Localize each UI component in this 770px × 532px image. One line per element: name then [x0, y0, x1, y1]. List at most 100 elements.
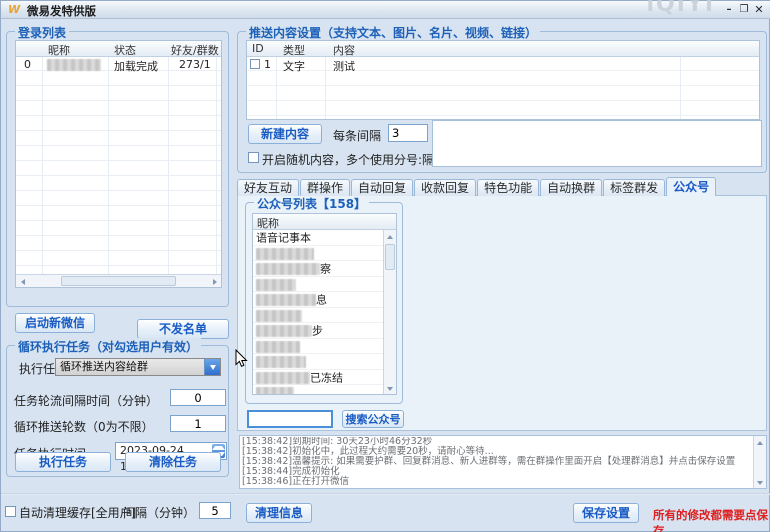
redacted-text [256, 387, 294, 394]
auto-clean-checkbox[interactable] [5, 506, 16, 517]
rounds-input[interactable] [170, 415, 226, 432]
search-account-button[interactable]: 搜索公众号 [342, 410, 404, 428]
login-table[interactable]: 昵称 状态 好友/群数 0 加载完成 273/1 [15, 40, 222, 288]
accounts-list[interactable]: 语音记事本察息步已冻结发布 [253, 230, 383, 394]
account-item[interactable] [253, 246, 383, 262]
close-button[interactable]: ✕ [753, 4, 765, 16]
log-scrollbar[interactable] [753, 436, 766, 488]
loop-task-title: 循环执行任务（对勾选用户有效） [15, 338, 201, 355]
tab-特色功能[interactable]: 特色功能 [477, 179, 539, 196]
col-status: 状态 [114, 42, 136, 58]
login-table-row[interactable]: 0 加载完成 273/1 [16, 57, 221, 72]
push-content-title: 推送内容设置（支持文本、图片、名片、视频、链接） [246, 24, 540, 41]
login-list-group: 登录列表 昵称 状态 好友/群数 0 加载完成 273/1 [6, 31, 229, 307]
push-content-group: 推送内容设置（支持文本、图片、名片、视频、链接） ID 类型 内容 1 文字 测… [237, 31, 767, 173]
tab-公众号[interactable]: 公众号 [666, 177, 716, 196]
random-content-checkbox[interactable] [248, 152, 259, 163]
account-item[interactable] [253, 308, 383, 324]
minimize-button[interactable]: – [723, 4, 735, 16]
save-settings-button[interactable]: 保存设置 [573, 503, 639, 523]
account-item[interactable] [253, 354, 383, 370]
title-bar: iQIYI W 微易发特供版 – ❐ ✕ [1, 1, 770, 19]
redacted-text [256, 325, 312, 337]
window-title: 微易发特供版 [27, 3, 96, 19]
loop-task-group: 循环执行任务（对勾选用户有效） 执行任务 循环推送内容给群 任务轮流间隔时间（分… [6, 345, 229, 477]
tab-自动回复[interactable]: 自动回复 [351, 179, 413, 196]
col-id: ID [252, 42, 264, 55]
login-table-header: 昵称 状态 好友/群数 [16, 41, 221, 57]
scrollbar-thumb[interactable] [385, 244, 395, 270]
account-item[interactable]: 察 [253, 261, 383, 277]
vertical-scrollbar[interactable] [383, 230, 396, 394]
chevron-down-icon[interactable] [204, 359, 220, 375]
scrollbar-thumb[interactable] [61, 276, 176, 286]
horizontal-scrollbar[interactable] [16, 274, 221, 287]
scroll-left-icon[interactable] [16, 275, 29, 287]
redacted-text [256, 279, 296, 291]
task-select[interactable]: 循环推送内容给群 [55, 358, 221, 376]
account-label: 已冻结 [310, 371, 343, 384]
tab-收款回复[interactable]: 收款回复 [414, 179, 476, 196]
redacted-text [256, 310, 302, 322]
execute-task-button[interactable]: 执行任务 [15, 452, 111, 472]
account-item[interactable] [253, 339, 383, 355]
per-interval-input[interactable] [388, 124, 428, 142]
start-new-wechat-button[interactable]: 启动新微信 [15, 313, 95, 333]
scroll-down-icon[interactable] [384, 382, 396, 394]
account-item[interactable]: 息 [253, 292, 383, 308]
col-acc-nickname: 昵称 [257, 215, 279, 231]
redacted-text [256, 356, 306, 368]
push-table-row[interactable]: 1 文字 测试 [247, 57, 759, 72]
official-account-tab-panel: 公众号列表【158】 昵称 语音记事本察息步已冻结发布 搜索公众号 [237, 195, 767, 431]
log-box[interactable]: [15:38:42]到期时间: 30天23小时46分32秒[15:38:42]初… [239, 435, 767, 489]
col-content: 内容 [333, 42, 355, 58]
account-item[interactable]: 步 [253, 323, 383, 339]
row-content: 测试 [333, 58, 355, 74]
no-send-list-button[interactable]: 不发名单 [137, 319, 229, 339]
maximize-button[interactable]: ❐ [738, 4, 750, 16]
push-table[interactable]: ID 类型 内容 1 文字 测试 [246, 40, 760, 120]
tab-自动换群[interactable]: 自动换群 [540, 179, 602, 196]
log-area: [15:38:42]到期时间: 30天23小时46分32秒[15:38:42]初… [242, 437, 752, 487]
accounts-title: 公众号列表【158】 [254, 195, 369, 212]
row-checkbox[interactable] [250, 59, 260, 69]
redacted-text [256, 341, 300, 353]
account-item[interactable] [253, 277, 383, 293]
auto-clean-label: 自动清理缓存[全用户] [19, 504, 136, 521]
row-id: 1 [264, 58, 271, 71]
account-item[interactable]: 已冻结 [253, 370, 383, 386]
content-preview-textarea[interactable] [432, 120, 762, 167]
tab-好友互动[interactable]: 好友互动 [237, 179, 299, 196]
tab-标签群发[interactable]: 标签群发 [603, 179, 665, 196]
new-content-button[interactable]: 新建内容 [248, 124, 322, 144]
accounts-header: 昵称 [253, 214, 396, 230]
interval-label: 任务轮流间隔时间（分钟） [14, 392, 158, 409]
scroll-up-icon[interactable] [384, 230, 396, 242]
interval-input[interactable] [170, 389, 226, 406]
account-search-input[interactable] [247, 410, 333, 428]
account-item[interactable] [253, 385, 383, 394]
account-label: 语音记事本 [256, 232, 311, 245]
app-logo-icon: W [8, 3, 22, 16]
clean-interval-label: 间隔（分钟） [123, 504, 195, 521]
redacted-text [256, 248, 314, 260]
nickname-redacted [47, 59, 101, 71]
accounts-list-box[interactable]: 昵称 语音记事本察息步已冻结发布 [252, 213, 397, 395]
account-label: 息 [316, 294, 327, 307]
clear-task-button[interactable]: 清除任务 [125, 452, 221, 472]
random-content-label: 开启随机内容，多个使用分号:隔开 [262, 151, 446, 168]
clean-info-button[interactable]: 清理信息 [246, 503, 312, 523]
accounts-group: 公众号列表【158】 昵称 语音记事本察息步已冻结发布 [245, 202, 403, 404]
account-label: 步 [312, 325, 323, 338]
scroll-up-icon[interactable] [754, 436, 766, 448]
account-item[interactable]: 语音记事本 [253, 230, 383, 246]
col-counts: 好友/群数 [171, 42, 219, 58]
col-nickname: 昵称 [48, 42, 70, 58]
scroll-down-icon[interactable] [754, 476, 766, 488]
scroll-right-icon[interactable] [208, 275, 221, 287]
clean-interval-input[interactable] [199, 502, 231, 519]
tab-群操作[interactable]: 群操作 [300, 179, 350, 196]
row-index: 0 [24, 58, 31, 71]
footer-divider [1, 493, 770, 495]
task-select-value: 循环推送内容给群 [60, 360, 148, 373]
